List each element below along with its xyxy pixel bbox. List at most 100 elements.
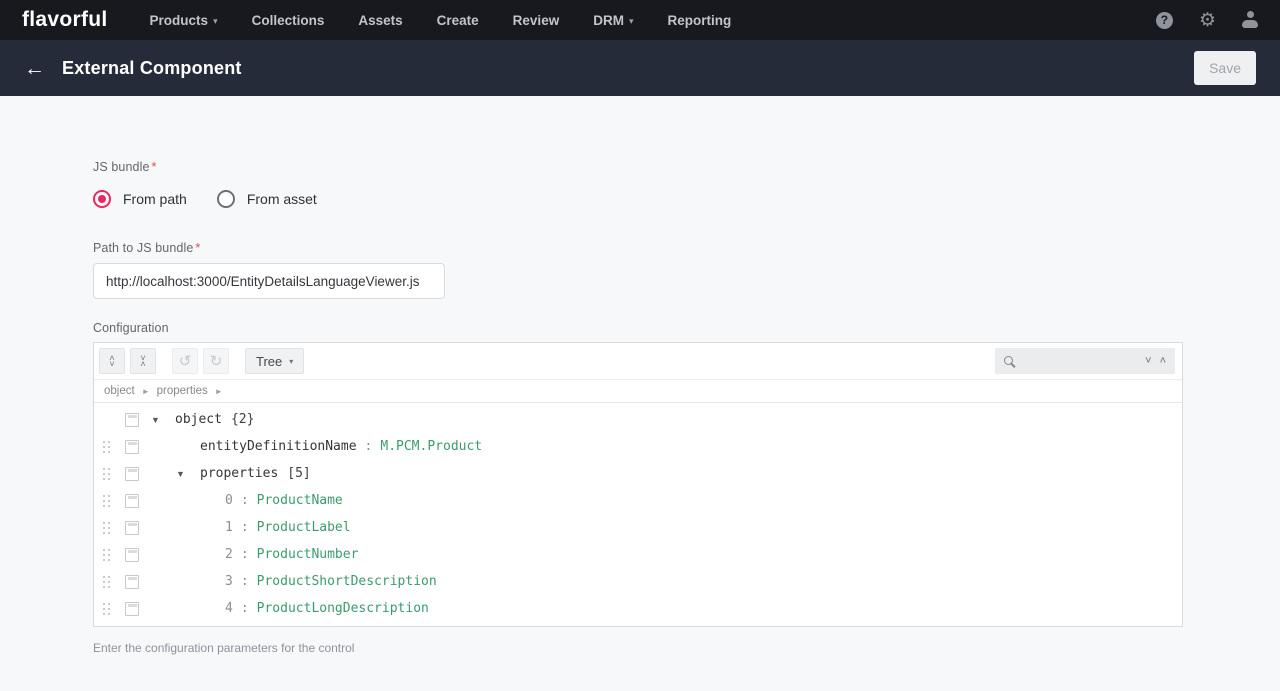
caret-down-icon: ▾ <box>629 14 634 27</box>
nav-item-review[interactable]: Review <box>513 13 560 28</box>
radio-option-from-path[interactable]: From path <box>93 190 187 208</box>
required-asterisk: * <box>152 160 157 174</box>
caret-down-icon: ▾ <box>289 356 293 366</box>
tree-node: ▼object{2} <box>151 412 254 427</box>
tree-field-value[interactable]: M.PCM.Product <box>380 439 482 454</box>
key-value-separator: : <box>241 547 249 562</box>
drag-handle-icon[interactable] <box>102 521 112 535</box>
json-editor: ˄ ˅ ˅ ˄ ↺ ↻ Tree ▾ ˅ ˄ object ► properties… <box>93 342 1183 627</box>
key-value-separator: : <box>365 439 373 454</box>
nav-item-label: Create <box>437 13 479 28</box>
nav-item-label: Collections <box>252 13 325 28</box>
tree-node: 4: ProductLongDescription <box>151 601 429 616</box>
tree-field-name[interactable]: entityDefinitionName <box>200 439 357 454</box>
primary-nav: Products ▾ Collections Assets Create Review DR… <box>150 13 732 28</box>
tree-row: ▼properties [5] <box>94 460 1182 487</box>
nav-item-products[interactable]: Products ▾ <box>150 13 218 28</box>
gear-icon[interactable]: ⚙ <box>1199 11 1216 30</box>
radio-label: From path <box>123 191 187 207</box>
brand-logo[interactable]: flavorful <box>22 8 108 32</box>
path-input[interactable] <box>93 263 445 299</box>
context-menu-button[interactable] <box>125 413 139 427</box>
drag-handle-icon[interactable] <box>102 548 112 562</box>
redo-button[interactable]: ↻ <box>203 348 229 374</box>
collapse-triangle-icon[interactable]: ▼ <box>151 415 175 425</box>
context-menu-button[interactable] <box>125 602 139 616</box>
tree-row: 0:ProductName <box>94 487 1182 514</box>
search-input[interactable] <box>1022 354 1138 368</box>
tree-row: 3:ProductShortDescription <box>94 568 1182 595</box>
json-editor-toolbar: ˄ ˅ ˅ ˄ ↺ ↻ Tree ▾ ˅ ˄ <box>94 343 1182 379</box>
tree-node: entityDefinitionName: M.PCM.Product <box>151 439 482 454</box>
radio-label: From asset <box>247 191 317 207</box>
configuration-label: Configuration <box>93 321 1280 335</box>
tree-child-count: [5] <box>287 466 310 481</box>
path-label-text: Path to JS bundle <box>93 241 193 255</box>
radio-unselected-icon <box>217 190 235 208</box>
context-menu-button[interactable] <box>125 548 139 562</box>
tree-index: 0 <box>225 493 233 508</box>
context-menu-button[interactable] <box>125 440 139 454</box>
tree-field-value[interactable]: ProductLongDescription <box>257 601 429 616</box>
tree-field-value[interactable]: ProductShortDescription <box>257 574 437 589</box>
chevron-up-icon: ˄ <box>140 361 145 368</box>
mode-dropdown[interactable]: Tree ▾ <box>245 348 304 374</box>
tree-field-value[interactable]: ProductLabel <box>257 520 351 535</box>
nav-item-reporting[interactable]: Reporting <box>667 13 731 28</box>
nav-item-label: Products <box>150 13 209 28</box>
configuration-help-text: Enter the configuration parameters for t… <box>93 641 1280 655</box>
save-button[interactable]: Save <box>1194 51 1256 85</box>
nav-item-drm[interactable]: DRM▾ <box>593 13 633 28</box>
tree-node: 1:ProductLabel <box>151 520 351 535</box>
nav-item-collections[interactable]: Collections <box>252 13 325 28</box>
help-icon[interactable]: ? <box>1156 12 1173 29</box>
chevron-down-icon: ˅ <box>109 361 114 368</box>
tree-index: 4 <box>225 601 233 616</box>
drag-handle-icon[interactable] <box>102 467 112 481</box>
radio-selected-icon <box>93 190 111 208</box>
drag-handle-icon[interactable] <box>102 602 112 616</box>
radio-dot <box>98 195 106 203</box>
topbar-actions: ? ⚙ <box>1156 11 1258 30</box>
undo-button[interactable]: ↺ <box>172 348 198 374</box>
collapse-all-button[interactable]: ˅ ˄ <box>130 348 156 374</box>
js-bundle-radio-group: From path From asset <box>93 190 1280 208</box>
collapse-triangle-icon[interactable]: ▼ <box>176 469 200 479</box>
tree-field-value[interactable]: ProductNumber <box>257 547 359 562</box>
context-menu-button[interactable] <box>125 494 139 508</box>
context-menu-button[interactable] <box>125 575 139 589</box>
form-content: JS bundle* From pathFrom asset Path to J… <box>0 96 1280 655</box>
tree-index: 3 <box>225 574 233 589</box>
tree-row: entityDefinitionName: M.PCM.Product <box>94 433 1182 460</box>
drag-handle-icon[interactable] <box>102 575 112 589</box>
context-menu-button[interactable] <box>125 521 139 535</box>
drag-handle-icon[interactable] <box>102 440 112 454</box>
breadcrumb: object►properties► <box>94 379 1182 403</box>
nav-item-label: Review <box>513 13 560 28</box>
tree-field-name[interactable]: properties <box>200 466 278 481</box>
expand-all-button[interactable]: ˄ ˅ <box>99 348 125 374</box>
search-next-icon[interactable]: ˅ <box>1144 356 1152 367</box>
tree-field-value[interactable]: ProductName <box>257 493 343 508</box>
search-previous-icon[interactable]: ˄ <box>1159 356 1167 367</box>
user-account-icon[interactable] <box>1242 11 1258 29</box>
key-value-separator: : <box>241 601 249 616</box>
nav-item-assets[interactable]: Assets <box>358 13 402 28</box>
tree-node: ▼properties [5] <box>151 466 311 481</box>
tree-index: 1 <box>225 520 233 535</box>
caret-down-icon: ▾ <box>213 14 218 27</box>
breadcrumb-arrow-icon: ► <box>142 386 150 396</box>
mode-label: Tree <box>256 354 282 369</box>
nav-item-create[interactable]: Create <box>437 13 479 28</box>
drag-handle-icon[interactable] <box>102 494 112 508</box>
context-menu-button[interactable] <box>125 467 139 481</box>
radio-option-from-asset[interactable]: From asset <box>217 190 317 208</box>
breadcrumb-item[interactable]: properties <box>157 385 208 397</box>
tree-row: 4: ProductLongDescription <box>94 595 1182 622</box>
breadcrumb-item[interactable]: object <box>104 385 135 397</box>
required-asterisk: * <box>195 241 200 255</box>
tree-field-name[interactable]: object <box>175 412 222 427</box>
back-arrow-icon[interactable]: ← <box>24 58 45 79</box>
page-title: External Component <box>62 58 242 79</box>
search-icon <box>1003 355 1016 368</box>
